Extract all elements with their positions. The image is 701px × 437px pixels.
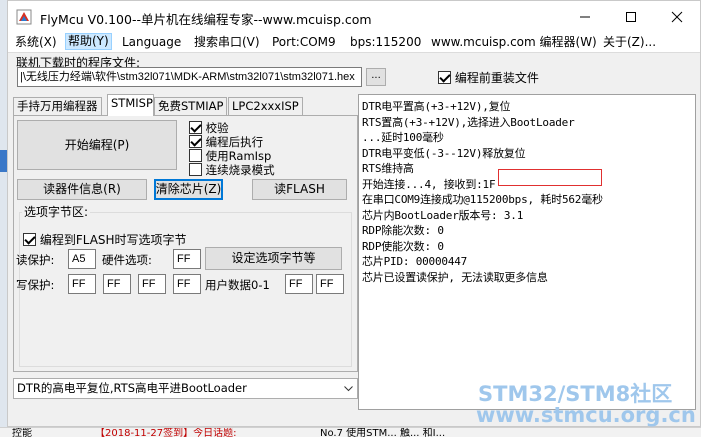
background-window-edge	[0, 0, 7, 437]
log-line: 芯片PID: 00000447	[362, 255, 468, 268]
checkbox-unchecked-icon	[189, 163, 202, 176]
window-title: FlyMcu V0.100--单片机在线编程专家--www.mcuisp.com	[40, 12, 372, 27]
menu-bps[interactable]: bps:115200	[348, 34, 423, 51]
chevron-down-icon	[339, 379, 357, 398]
set-option-bytes-button[interactable]: 设定选项字节等	[205, 247, 342, 270]
log-line: DTR电平置高(+3-+12V),复位	[362, 100, 511, 113]
read-protect-label: 读保护:	[16, 253, 55, 267]
maximize-icon	[626, 11, 636, 22]
read-device-info-button[interactable]: 读器件信息(R)	[17, 179, 147, 200]
minimize-icon	[580, 16, 590, 17]
checkbox-checked-icon	[189, 135, 202, 148]
title-bar[interactable]: FlyMcu V0.100--单片机在线编程专家--www.mcuisp.com	[8, 1, 700, 32]
erase-chip-button[interactable]: 清除芯片(Z)	[154, 179, 223, 200]
write-protect-label: 写保护:	[16, 278, 55, 292]
menu-divider	[8, 52, 700, 53]
log-line: 在串口COM9连接成功@115200bps, 耗时562毫秒	[362, 193, 603, 206]
background-text: No.7 使用STM... 触... 和I...	[320, 428, 446, 437]
write-protect-input-2[interactable]: FF	[138, 274, 166, 294]
option-bytes-title: 选项字节区:	[22, 203, 91, 220]
checkbox-checked-icon	[23, 233, 36, 246]
tab-stmiap[interactable]: 免费STMIAP	[154, 97, 228, 115]
checkbox-checked-icon	[189, 121, 202, 134]
menu-bar: 系统(X) 帮助(Y) Language 搜索串口(V) Port:COM9 b…	[8, 32, 700, 52]
menu-help[interactable]: 帮助(Y)	[65, 33, 112, 50]
minimize-button[interactable]	[562, 1, 608, 32]
read-protect-input[interactable]: A5	[68, 249, 96, 269]
close-button[interactable]	[654, 1, 700, 32]
verify-label: 校验	[205, 121, 229, 135]
log-line: 开始连接...4, 接收到:1F	[362, 177, 496, 191]
flymcu-window: FlyMcu V0.100--单片机在线编程专家--www.mcuisp.com…	[7, 0, 701, 427]
write-option-bytes-checkbox[interactable]: 编程到FLASH时写选项字节	[23, 231, 187, 248]
checkbox-checked-icon	[438, 71, 451, 84]
write-protect-input-1[interactable]: FF	[103, 274, 131, 294]
continuous-mode-checkbox[interactable]: 连续烧录模式	[189, 162, 275, 178]
menu-port[interactable]: Port:COM9	[270, 34, 338, 51]
reload-before-program-label: 编程前重装文件	[454, 71, 539, 85]
background-window-mark	[0, 150, 7, 172]
background-text: 【2018-11-27签到】今日话题:	[95, 428, 237, 437]
maximize-button[interactable]	[608, 1, 654, 32]
log-line: RDP除能次数: 0	[362, 224, 444, 237]
write-option-bytes-label: 编程到FLASH时写选项字节	[39, 233, 187, 247]
log-line: DTR电平变低(-3--12V)释放复位	[362, 146, 526, 160]
close-icon	[671, 11, 683, 22]
menu-programmer[interactable]: www.mcuisp.com 编程器(W)	[429, 34, 599, 51]
checkbox-unchecked-icon	[189, 149, 202, 162]
log-line: 芯片已设置读保护, 无法读取更多信息	[362, 270, 548, 284]
menu-about[interactable]: 关于(Z)...	[601, 34, 658, 51]
menu-system[interactable]: 系统(X)	[13, 34, 59, 51]
highlight-box	[498, 169, 602, 186]
hw-option-input[interactable]: FF	[173, 249, 201, 269]
tab-lpc2xxxisp[interactable]: LPC2xxxISP	[228, 97, 303, 115]
stmisp-panel: 开始编程(P) 校验 编程后执行 使用RamIsp 连续烧录模式 读器件信息(R…	[13, 115, 358, 372]
user-data-input-1[interactable]: FF	[316, 274, 344, 294]
log-line: ...延时100毫秒	[362, 131, 444, 144]
start-program-button[interactable]: 开始编程(P)	[17, 120, 177, 170]
read-flash-button[interactable]: 读FLASH	[252, 179, 347, 200]
log-line: RTS维持高	[362, 162, 414, 175]
log-line: RTS置高(+3-+12V),选择进入BootLoader	[362, 115, 575, 129]
menu-language[interactable]: Language	[120, 34, 183, 51]
hw-option-label: 硬件选项:	[102, 253, 152, 267]
background-text: 控能	[12, 428, 32, 437]
log-output[interactable]: DTR电平置高(+3-+12V),复位 RTS置高(+3-+12V),选择进入B…	[358, 94, 696, 410]
browse-button[interactable]: ...	[366, 68, 386, 86]
use-ramisp-label: 使用RamIsp	[205, 149, 272, 163]
user-data-input-0[interactable]: FF	[285, 274, 313, 294]
tab-stmisp[interactable]: STMISP	[107, 94, 154, 116]
tab-handheld-programmer[interactable]: 手持万用编程器	[13, 97, 102, 115]
reset-mode-value: DTR的高电平复位,RTS高电平进BootLoader	[17, 381, 247, 395]
write-protect-input-0[interactable]: FF	[68, 274, 96, 294]
run-after-program-label: 编程后执行	[205, 135, 264, 149]
flymcu-app-icon	[16, 9, 32, 25]
reset-mode-select[interactable]: DTR的高电平复位,RTS高电平进BootLoader	[13, 378, 358, 399]
background-window-strip: 控能 【2018-11-27签到】今日话题: No.7 使用STM... 触..…	[0, 427, 701, 437]
continuous-mode-label: 连续烧录模式	[205, 163, 275, 177]
watermark-url: www.stmcu.org.cn	[476, 403, 696, 427]
log-line: RDP使能次数: 0	[362, 239, 444, 253]
write-protect-input-3[interactable]: FF	[173, 274, 201, 294]
program-file-path-input[interactable]: |\无线压力经端\软件\stm32l071\MDK-ARM\stm32l071\…	[17, 67, 362, 87]
user-data-label: 用户数据0-1	[205, 278, 270, 292]
reload-before-program-checkbox[interactable]: 编程前重装文件	[438, 69, 539, 86]
menu-search-port[interactable]: 搜索串口(V)	[192, 34, 262, 51]
log-line: 芯片内BootLoader版本号: 3.1	[362, 208, 524, 222]
